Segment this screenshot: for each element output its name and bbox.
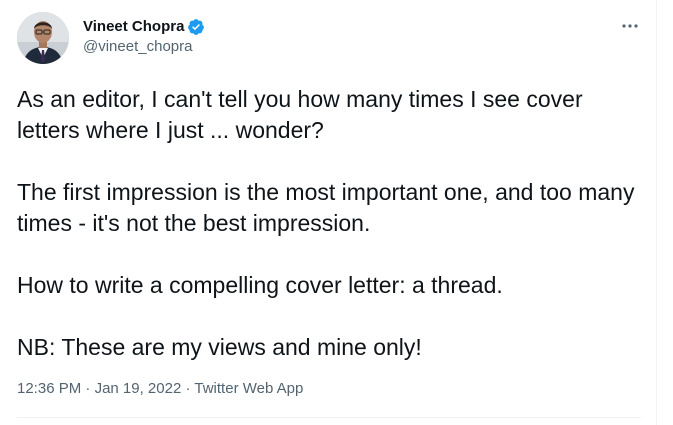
tweet-time[interactable]: 12:36 PM xyxy=(17,380,81,397)
tweet-metadata: 12:36 PM · Jan 19, 2022 · Twitter Web Ap… xyxy=(17,379,303,399)
meta-separator: · xyxy=(85,380,91,397)
avatar-image xyxy=(17,12,69,64)
more-options-icon[interactable] xyxy=(618,14,642,38)
tweet-paragraph: How to write a compelling cover letter: … xyxy=(17,272,503,298)
display-name[interactable]: Vineet Chopra xyxy=(83,17,184,37)
tweet-paragraph: NB: These are my views and mine only! xyxy=(17,334,422,360)
tweet-text: As an editor, I can't tell you how many … xyxy=(17,84,649,363)
author-handle[interactable]: @vineet_chopra xyxy=(83,37,205,57)
divider xyxy=(17,417,641,418)
avatar[interactable] xyxy=(17,12,69,64)
tweet-header: Vineet Chopra @vineet_chopra xyxy=(17,12,642,68)
column-border xyxy=(656,0,657,425)
author-name-row[interactable]: Vineet Chopra xyxy=(83,17,205,37)
tweet-paragraph: The first impression is the most importa… xyxy=(17,179,635,236)
author-info: Vineet Chopra @vineet_chopra xyxy=(83,17,205,57)
tweet-paragraph: As an editor, I can't tell you how many … xyxy=(17,86,583,143)
verified-badge-icon xyxy=(187,18,205,36)
tweet-card: Vineet Chopra @vineet_chopra As an edito… xyxy=(0,0,656,425)
tweet-source[interactable]: Twitter Web App xyxy=(194,380,303,397)
meta-separator: · xyxy=(185,380,191,397)
tweet-date[interactable]: Jan 19, 2022 xyxy=(95,380,182,397)
